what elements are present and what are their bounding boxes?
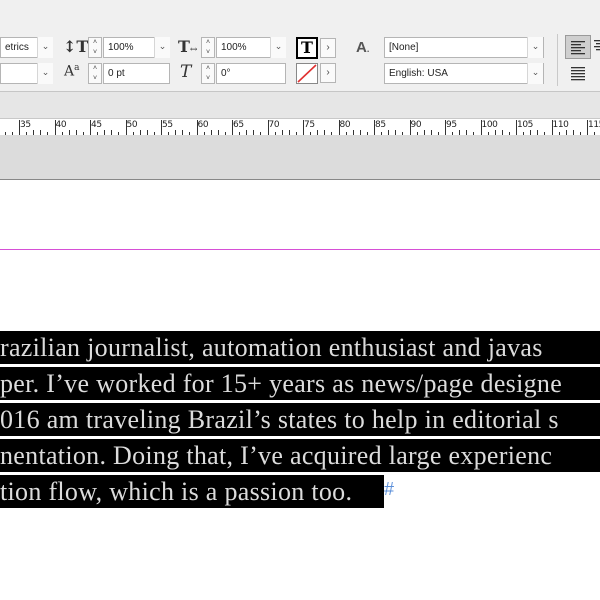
baseline-shift-value: 0 pt	[108, 68, 125, 79]
ruler-label: 115	[588, 120, 600, 130]
align-center-glyph	[594, 40, 600, 51]
skew-value: 0°	[221, 68, 231, 79]
kerning-dropdown-button[interactable]: ⌄	[37, 37, 53, 58]
ruler-label: 100	[481, 120, 498, 130]
align-left-icon[interactable]	[565, 35, 591, 59]
ruler-tick	[409, 120, 411, 136]
ruler-label: 50	[126, 120, 138, 130]
vertical-scale-icon: ↕T	[63, 37, 89, 56]
line-5-text: tion flow, which is a passion too.	[0, 477, 353, 506]
pasteboard	[0, 135, 600, 180]
ruler-label: 45	[91, 120, 102, 130]
ruler-tick	[232, 120, 233, 136]
line-3-text: 016 am traveling Brazil’s states to help…	[0, 405, 559, 434]
ruler-label: 85	[375, 120, 386, 130]
horizontal-scale-stepper[interactable]: ˄ ˅	[201, 37, 215, 58]
vertical-scale-stepper[interactable]: ˄ ˅	[88, 37, 102, 58]
ruler-tick	[374, 120, 375, 136]
toolbar-divider	[557, 34, 558, 86]
ruler-tick	[445, 120, 446, 136]
character-control-panel: etrics ⌄ ⌄ ↕T ˄ ˅ 100% ⌄ Aa ˄ ˅ 0 pt T↔ ˄ ˅…	[0, 0, 600, 92]
justify-icon[interactable]	[566, 62, 590, 84]
baseline-shift-input[interactable]: 0 pt	[103, 63, 170, 84]
text-line[interactable]: per. I’ve worked for 15+ years as news/p…	[0, 367, 600, 400]
align-center-icon[interactable]	[592, 35, 600, 59]
line-1-text: razilian journalist, automation enthusia…	[0, 333, 543, 362]
vertical-scale-value: 100%	[108, 42, 134, 53]
horizontal-scale-dropdown[interactable]: ⌄	[270, 37, 286, 58]
ruler-label: 90	[410, 120, 422, 130]
ruler-label: 80	[339, 120, 351, 130]
character-style-select[interactable]: [None]	[384, 37, 544, 58]
ruler-label: 40	[55, 120, 67, 130]
stroke-flyout-button[interactable]: ›	[320, 63, 336, 83]
horizontal-scale-icon: T↔	[178, 37, 198, 56]
text-line[interactable]: razilian journalist, automation enthusia…	[0, 331, 600, 364]
text-line[interactable]: tion flow, which is a passion too.	[0, 475, 384, 508]
language-dropdown[interactable]: ⌄	[527, 63, 543, 84]
toolbar-bottom-strip	[0, 92, 600, 118]
character-style-icon: A.	[356, 39, 370, 56]
line-4-text: nentation. Doing that, I’ve acquired lar…	[0, 441, 553, 470]
ruler-label: 110	[552, 120, 569, 130]
ruler-tick	[587, 120, 588, 136]
ruler-tick	[54, 120, 56, 136]
skew-input[interactable]: 0°	[216, 63, 286, 84]
ruler-tick	[161, 120, 162, 136]
ruler-label: 35	[20, 120, 31, 130]
ruler-label: 60	[197, 120, 209, 130]
align-left-glyph	[571, 41, 585, 55]
stroke-none-slash	[297, 64, 317, 83]
baseline-shift-icon: Aa	[64, 63, 80, 80]
text-fill-icon[interactable]: T	[296, 37, 318, 59]
ruler-tick	[267, 120, 269, 136]
kerning-value: etrics	[5, 42, 29, 53]
ruler-tick	[19, 120, 20, 136]
text-stroke-none-icon[interactable]	[296, 63, 318, 84]
ruler-label: 70	[268, 120, 280, 130]
ruler-label: 55	[162, 120, 173, 130]
ruler-tick	[125, 120, 127, 136]
ruler-tick	[196, 120, 198, 136]
tracking-dropdown-button[interactable]: ⌄	[37, 63, 53, 84]
justify-glyph	[571, 67, 585, 81]
margin-guide	[0, 249, 600, 250]
baseline-shift-stepper[interactable]: ˄ ˅	[88, 63, 102, 84]
horizontal-scale-value: 100%	[221, 42, 247, 53]
ruler-tick	[338, 120, 340, 136]
ruler-tick	[303, 120, 304, 136]
ruler-tick	[551, 120, 553, 136]
line-2-text: per. I’ve worked for 15+ years as news/p…	[0, 369, 563, 398]
text-line[interactable]: 016 am traveling Brazil’s states to help…	[0, 403, 600, 436]
skew-stepper[interactable]: ˄ ˅	[201, 63, 215, 84]
language-value: English: USA	[389, 68, 448, 79]
ruler-label: 75	[304, 120, 315, 130]
ruler-tick	[480, 120, 482, 136]
end-of-story-marker: #	[384, 479, 395, 499]
ruler-label: 65	[233, 120, 244, 130]
ruler-label: 95	[446, 120, 457, 130]
text-line[interactable]: nentation. Doing that, I’ve acquired lar…	[0, 439, 600, 472]
character-style-value: [None]	[389, 42, 419, 53]
character-style-dropdown[interactable]: ⌄	[527, 37, 543, 58]
fill-flyout-button[interactable]: ›	[320, 38, 336, 58]
vertical-scale-dropdown[interactable]: ⌄	[154, 37, 170, 58]
ruler-label: 105	[517, 120, 533, 130]
ruler-tick	[90, 120, 91, 136]
ruler-tick	[516, 120, 517, 136]
skew-icon: T	[180, 62, 192, 82]
language-select[interactable]: English: USA	[384, 63, 544, 84]
